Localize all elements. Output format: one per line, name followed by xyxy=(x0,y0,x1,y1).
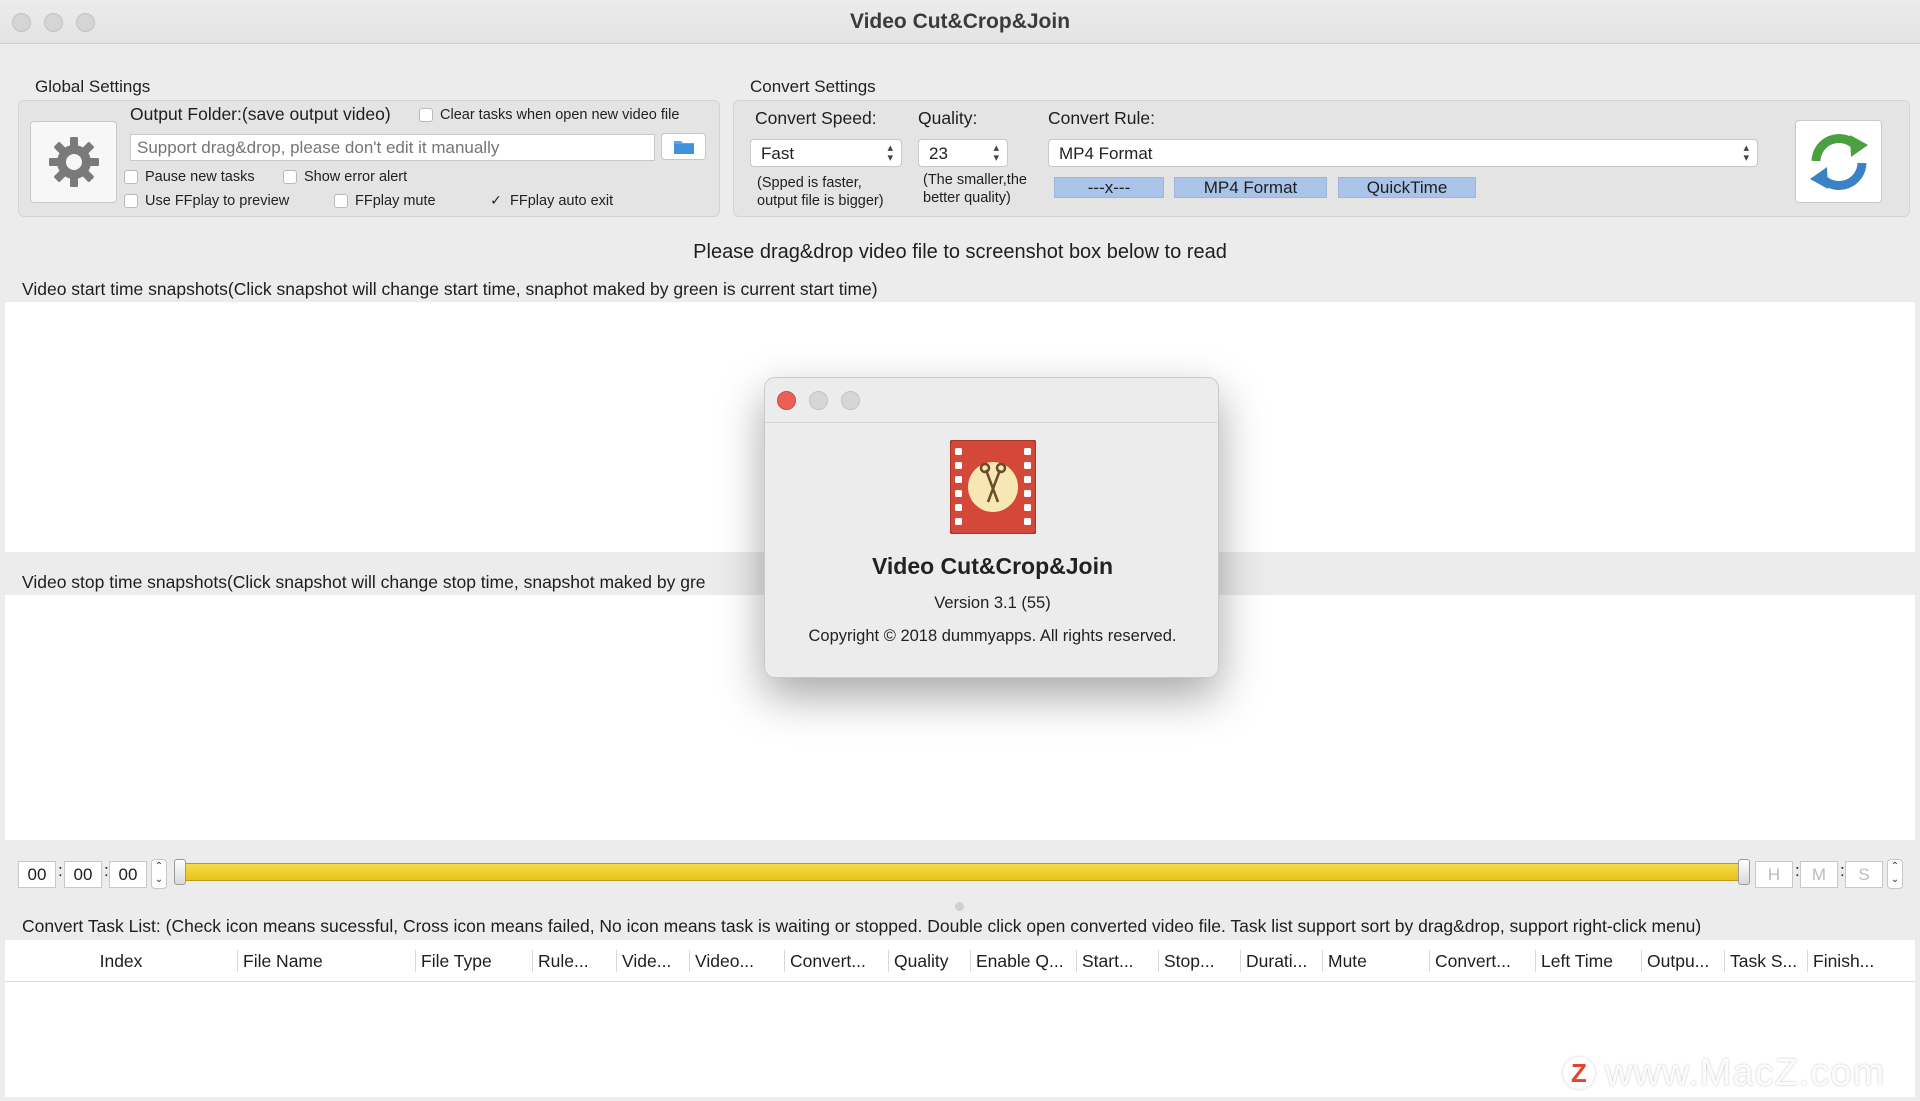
drop-message: Please drag&drop video file to screensho… xyxy=(693,241,1227,263)
quality-value: 23 xyxy=(929,144,948,163)
about-version: Version 3.1 (55) xyxy=(934,594,1051,612)
convert-rule-label: Convert Rule: xyxy=(1048,108,1155,128)
task-list-label: Convert Task List: (Check icon means suc… xyxy=(22,916,1702,936)
trim-range-slider[interactable] xyxy=(180,863,1745,881)
folder-icon xyxy=(673,141,694,154)
column-header[interactable]: Video... xyxy=(689,940,784,982)
about-app-name: Video Cut&Crop&Join xyxy=(871,553,1114,579)
stepper-down-icon[interactable]: ⌄ xyxy=(152,873,166,886)
zoom-dialog-button xyxy=(841,391,860,410)
gear-icon xyxy=(48,137,99,187)
main-window: Video Cut&Crop&Join Global Settings Outp… xyxy=(0,0,1920,1101)
stop-snapshots-label: Video stop time snapshots(Click snapshot… xyxy=(22,572,706,592)
chevron-updown-icon: ▴ ▾ xyxy=(887,142,893,164)
split-divider-handle[interactable] xyxy=(955,902,964,911)
column-header[interactable]: Rule... xyxy=(532,940,616,982)
watermark-text: www.MacZ.com xyxy=(1605,1051,1886,1094)
rule-chip-quicktime[interactable]: QuickTime xyxy=(1338,177,1476,198)
convert-settings-label: Convert Settings xyxy=(750,77,876,96)
convert-rule-select[interactable]: MP4 Format ▴ ▾ xyxy=(1048,139,1758,167)
close-dialog-button[interactable] xyxy=(777,391,796,410)
column-header[interactable]: Index xyxy=(5,940,237,982)
speed-hint-line1: (Spped is faster, xyxy=(757,175,862,191)
convert-speed-value: Fast xyxy=(761,144,795,163)
column-header[interactable]: Vide... xyxy=(616,940,689,982)
stop-slider-handle[interactable] xyxy=(1738,859,1750,885)
choose-folder-button[interactable] xyxy=(661,133,706,160)
quality-stepper[interactable]: 23 ▴ ▾ xyxy=(918,139,1008,167)
task-table-header: Index File Name File Type Rule... Vide..… xyxy=(5,940,1915,982)
start-minute-field[interactable]: 00 xyxy=(64,861,102,888)
column-header[interactable]: Stop... xyxy=(1158,940,1240,982)
minimize-dialog-button xyxy=(809,391,828,410)
clear-tasks-label: Clear tasks when open new video file xyxy=(440,107,680,123)
rule-chip-mp4[interactable]: MP4 Format xyxy=(1174,177,1327,198)
rule-chip-none[interactable]: ---x--- xyxy=(1054,177,1164,198)
app-icon xyxy=(950,440,1036,534)
convert-button[interactable] xyxy=(1795,120,1882,203)
about-dialog: Video Cut&Crop&Join Version 3.1 (55) Cop… xyxy=(764,377,1219,678)
column-header[interactable]: File Type xyxy=(415,940,532,982)
title-bar: Video Cut&Crop&Join xyxy=(0,0,1920,44)
chevron-updown-icon: ▴ ▾ xyxy=(993,142,999,164)
column-header[interactable]: Mute xyxy=(1322,940,1429,982)
quality-label: Quality: xyxy=(918,108,978,128)
output-folder-label: Output Folder:(save output video) xyxy=(130,104,391,124)
output-folder-input[interactable] xyxy=(130,134,655,161)
convert-speed-label: Convert Speed: xyxy=(755,108,877,128)
column-header[interactable]: Convert... xyxy=(1429,940,1535,982)
end-second-field[interactable]: S xyxy=(1845,861,1883,888)
global-settings-label: Global Settings xyxy=(35,77,151,96)
convert-speed-select[interactable]: Fast ▴ ▾ xyxy=(750,139,902,167)
column-header[interactable]: File Name xyxy=(237,940,415,982)
column-header[interactable]: Enable Q... xyxy=(970,940,1076,982)
start-hour-field[interactable]: 00 xyxy=(18,861,56,888)
column-header[interactable]: Start... xyxy=(1076,940,1158,982)
quality-hint-line1: (The smaller,the xyxy=(923,172,1027,188)
column-header[interactable]: Finish... xyxy=(1807,940,1915,982)
show-error-alert-label: Show error alert xyxy=(304,169,408,185)
column-header[interactable]: Task S... xyxy=(1724,940,1807,982)
stepper-up-icon[interactable]: ⌃ xyxy=(152,860,166,873)
ffplay-mute-label: FFplay mute xyxy=(355,193,436,209)
ffplay-mute-checkbox[interactable] xyxy=(334,194,348,208)
column-header[interactable]: Durati... xyxy=(1240,940,1322,982)
convert-rule-value: MP4 Format xyxy=(1059,144,1153,163)
chevron-updown-icon: ▴ ▾ xyxy=(1743,142,1749,164)
ffplay-auto-exit-checkbox[interactable]: ✓ xyxy=(489,193,503,208)
column-header[interactable]: Convert... xyxy=(784,940,888,982)
macz-logo-icon: Z xyxy=(1563,1057,1595,1089)
end-hour-field[interactable]: H xyxy=(1755,861,1793,888)
window-title: Video Cut&Crop&Join xyxy=(849,10,1071,33)
speed-hint-line2: output file is bigger) xyxy=(757,193,884,209)
use-ffplay-label: Use FFplay to preview xyxy=(145,193,290,209)
ffplay-auto-exit-label: FFplay auto exit xyxy=(510,193,614,209)
use-ffplay-checkbox[interactable] xyxy=(124,194,138,208)
end-time-stepper[interactable]: ⌃ ⌄ xyxy=(1887,859,1903,889)
end-minute-field[interactable]: M xyxy=(1800,861,1838,888)
start-snapshots-label: Video start time snapshots(Click snapsho… xyxy=(22,279,878,299)
column-header[interactable]: Outpu... xyxy=(1641,940,1724,982)
pause-new-tasks-label: Pause new tasks xyxy=(145,169,255,185)
clear-tasks-checkbox[interactable] xyxy=(419,108,433,122)
column-header[interactable]: Left Time xyxy=(1535,940,1641,982)
about-copyright: Copyright © 2018 dummyapps. All rights r… xyxy=(808,627,1177,645)
quality-hint: (The smaller,the better quality) xyxy=(923,171,1027,207)
start-slider-handle[interactable] xyxy=(174,859,186,885)
about-dialog-title-bar xyxy=(765,378,1218,423)
show-error-alert-checkbox[interactable] xyxy=(283,170,297,184)
settings-button[interactable] xyxy=(30,121,117,203)
speed-hint: (Spped is faster, output file is bigger) xyxy=(757,174,884,210)
stepper-down-icon[interactable]: ⌄ xyxy=(1888,873,1902,886)
column-header[interactable]: Quality xyxy=(888,940,970,982)
quality-hint-line2: better quality) xyxy=(923,190,1011,206)
start-time-stepper[interactable]: ⌃ ⌄ xyxy=(151,859,167,889)
pause-new-tasks-checkbox[interactable] xyxy=(124,170,138,184)
start-second-field[interactable]: 00 xyxy=(109,861,147,888)
convert-refresh-icon xyxy=(1809,133,1868,190)
watermark: Z www.MacZ.com xyxy=(1563,1051,1885,1095)
stepper-up-icon[interactable]: ⌃ xyxy=(1888,860,1902,873)
time-colon: : xyxy=(58,861,63,880)
